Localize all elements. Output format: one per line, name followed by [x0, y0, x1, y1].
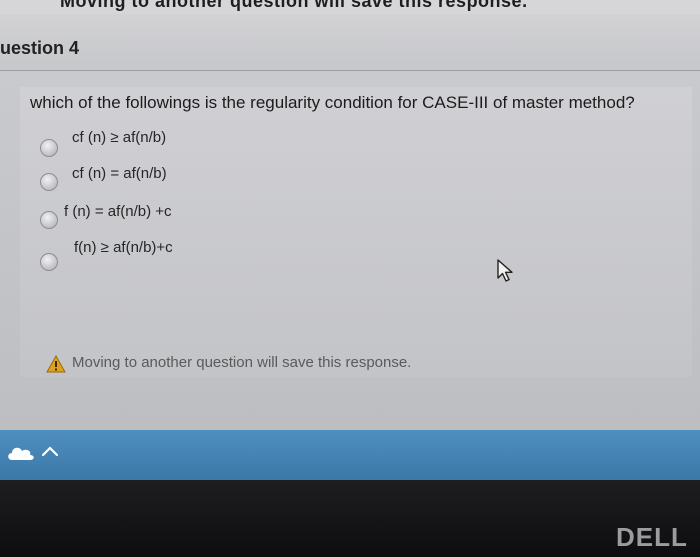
radio-button[interactable] — [40, 253, 58, 271]
taskbar — [0, 430, 700, 480]
radio-button[interactable] — [40, 211, 58, 229]
radio-button[interactable] — [40, 139, 58, 157]
warning-icon — [46, 355, 66, 373]
top-banner: Moving to another question will save thi… — [0, 0, 700, 14]
question-box: which of the followings is the regularit… — [20, 87, 692, 377]
chevron-up-icon[interactable] — [40, 444, 60, 458]
top-banner-text: Moving to another question will save thi… — [60, 0, 528, 11]
mouse-pointer-icon — [497, 259, 513, 282]
answer-option-3[interactable]: f (n) = af(n/b) +c — [20, 201, 420, 229]
option-label: cf (n) = af(n/b) — [72, 165, 167, 182]
answer-option-4[interactable]: f(n) ≥ af(n/b)+c — [20, 237, 420, 271]
option-label: f(n) ≥ af(n/b)+c — [74, 239, 173, 256]
save-notice-text: Moving to another question will save thi… — [72, 354, 412, 371]
option-label: cf (n) ≥ af(n/b) — [72, 129, 167, 146]
question-prompt: which of the followings is the regularit… — [30, 93, 635, 112]
monitor-bezel: DELL — [0, 480, 700, 557]
question-header: uestion 4 — [0, 14, 700, 70]
question-title: uestion 4 — [0, 38, 80, 58]
option-label: f (n) = af(n/b) +c — [64, 203, 172, 220]
dell-logo: DELL — [616, 522, 688, 552]
answer-option-1[interactable]: cf (n) ≥ af(n/b) — [20, 127, 420, 157]
cloud-icon[interactable] — [6, 444, 36, 462]
question-body: which of the followings is the regularit… — [0, 70, 700, 431]
save-notice: Moving to another question will save thi… — [46, 353, 526, 375]
answer-option-2[interactable]: cf (n) = af(n/b) — [20, 163, 420, 191]
radio-button[interactable] — [40, 173, 58, 191]
